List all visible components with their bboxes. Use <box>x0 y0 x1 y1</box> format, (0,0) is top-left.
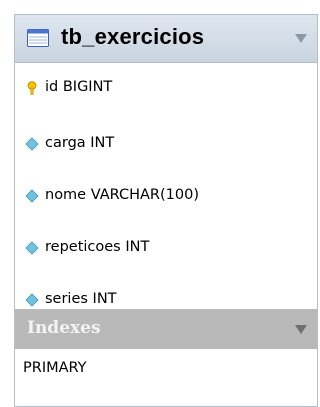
table-card[interactable]: tb_exercicios id BIGINT carga INT nome V… <box>14 14 318 407</box>
column-label: series INT <box>45 291 117 307</box>
indexes-title: Indexes <box>27 318 101 338</box>
column-row-repeticoes[interactable]: repeticoes INT <box>15 233 317 263</box>
column-row-id[interactable]: id BIGINT <box>15 73 317 103</box>
collapse-arrow-icon[interactable] <box>295 34 307 43</box>
primary-key-icon <box>27 81 37 95</box>
table-name: tb_exercicios <box>61 24 205 49</box>
column-diamond-icon <box>25 137 39 151</box>
index-row-primary[interactable]: PRIMARY <box>15 349 317 390</box>
table-icon <box>27 29 49 47</box>
column-label: carga INT <box>45 135 115 151</box>
column-diamond-icon <box>25 293 39 307</box>
table-footer <box>15 389 317 406</box>
column-label: repeticoes INT <box>45 239 150 255</box>
column-row-carga[interactable]: carga INT <box>15 129 317 159</box>
column-diamond-icon <box>25 241 39 255</box>
column-label: nome VARCHAR(100) <box>45 187 199 203</box>
indexes-header[interactable]: Indexes <box>15 309 317 349</box>
collapse-arrow-icon[interactable] <box>295 325 307 334</box>
column-diamond-icon <box>25 189 39 203</box>
column-row-nome[interactable]: nome VARCHAR(100) <box>15 181 317 211</box>
index-label: PRIMARY <box>23 360 87 376</box>
table-header[interactable]: tb_exercicios <box>15 15 317 63</box>
column-label: id BIGINT <box>45 79 113 95</box>
